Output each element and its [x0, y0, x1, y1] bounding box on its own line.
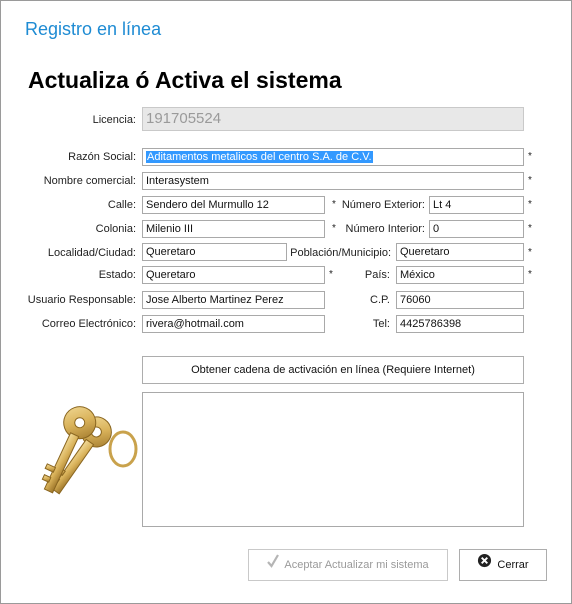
colonia-label: Colonia:: [95, 223, 136, 235]
required-mark: *: [528, 175, 532, 186]
aceptar-button[interactable]: Aceptar Actualizar mi sistema: [248, 549, 448, 581]
razon-social-label: Razón Social:: [68, 151, 136, 163]
numero-exterior-field[interactable]: Lt 4: [429, 196, 524, 214]
required-mark: *: [332, 223, 336, 234]
keys-icon: [41, 406, 138, 495]
estado-label: Estado:: [98, 269, 136, 281]
required-mark: *: [528, 151, 532, 162]
cp-field[interactable]: 76060: [396, 291, 524, 309]
razon-social-field[interactable]: Aditamentos metalicos del centro S.A. de…: [142, 148, 524, 166]
required-mark: *: [528, 199, 532, 210]
nombre-comercial-field[interactable]: Interasystem: [142, 172, 524, 190]
numero-exterior-label: Número Exterior:: [341, 199, 425, 211]
close-circle-icon: [477, 550, 492, 580]
cerrar-button-label: Cerrar: [497, 559, 529, 571]
required-mark: *: [528, 223, 532, 234]
razon-social-value: Aditamentos metalicos del centro S.A. de…: [146, 151, 373, 163]
tel-label: Tel:: [372, 318, 390, 330]
obtener-activacion-button[interactable]: Obtener cadena de activación en línea (R…: [142, 356, 524, 384]
estado-field[interactable]: Queretaro: [142, 266, 325, 284]
numero-interior-field[interactable]: 0: [429, 220, 524, 238]
required-mark: *: [332, 199, 336, 210]
required-mark: *: [528, 269, 532, 280]
aceptar-button-label: Aceptar Actualizar mi sistema: [284, 559, 429, 571]
required-mark: *: [528, 247, 532, 258]
numero-interior-label: Número Interior:: [345, 223, 425, 235]
page-heading: Actualiza ó Activa el sistema: [28, 67, 342, 93]
correo-label: Correo Electrónico:: [41, 318, 136, 330]
calle-field[interactable]: Sendero del Murmullo 12: [142, 196, 325, 214]
poblacion-label: Población/Municipio:: [290, 247, 391, 259]
licencia-label: Licencia:: [92, 114, 136, 126]
pais-label: País:: [364, 269, 390, 281]
usuario-label: Usuario Responsable:: [27, 294, 136, 306]
nombre-comercial-label: Nombre comercial:: [43, 175, 136, 187]
usuario-field[interactable]: Jose Alberto Martinez Perez: [142, 291, 325, 309]
cerrar-button[interactable]: Cerrar: [459, 549, 547, 581]
required-mark: *: [329, 269, 333, 280]
window-title: Registro en línea: [25, 19, 162, 39]
correo-field[interactable]: rivera@hotmail.com: [142, 315, 325, 333]
licencia-field: 191705524: [142, 107, 524, 131]
colonia-field[interactable]: Milenio III: [142, 220, 325, 238]
registration-window: Registro en línea Actualiza ó Activa el …: [0, 0, 572, 604]
localidad-field[interactable]: Queretaro: [142, 243, 287, 261]
poblacion-field[interactable]: Queretaro: [396, 243, 524, 261]
tel-field[interactable]: 4425786398: [396, 315, 524, 333]
localidad-label: Localidad/Ciudad:: [47, 247, 136, 259]
pais-field[interactable]: México: [396, 266, 524, 284]
calle-label: Calle:: [107, 199, 136, 211]
activation-code-textarea[interactable]: [142, 392, 524, 527]
check-icon: [267, 550, 280, 580]
cp-label: C.P.: [370, 294, 390, 306]
